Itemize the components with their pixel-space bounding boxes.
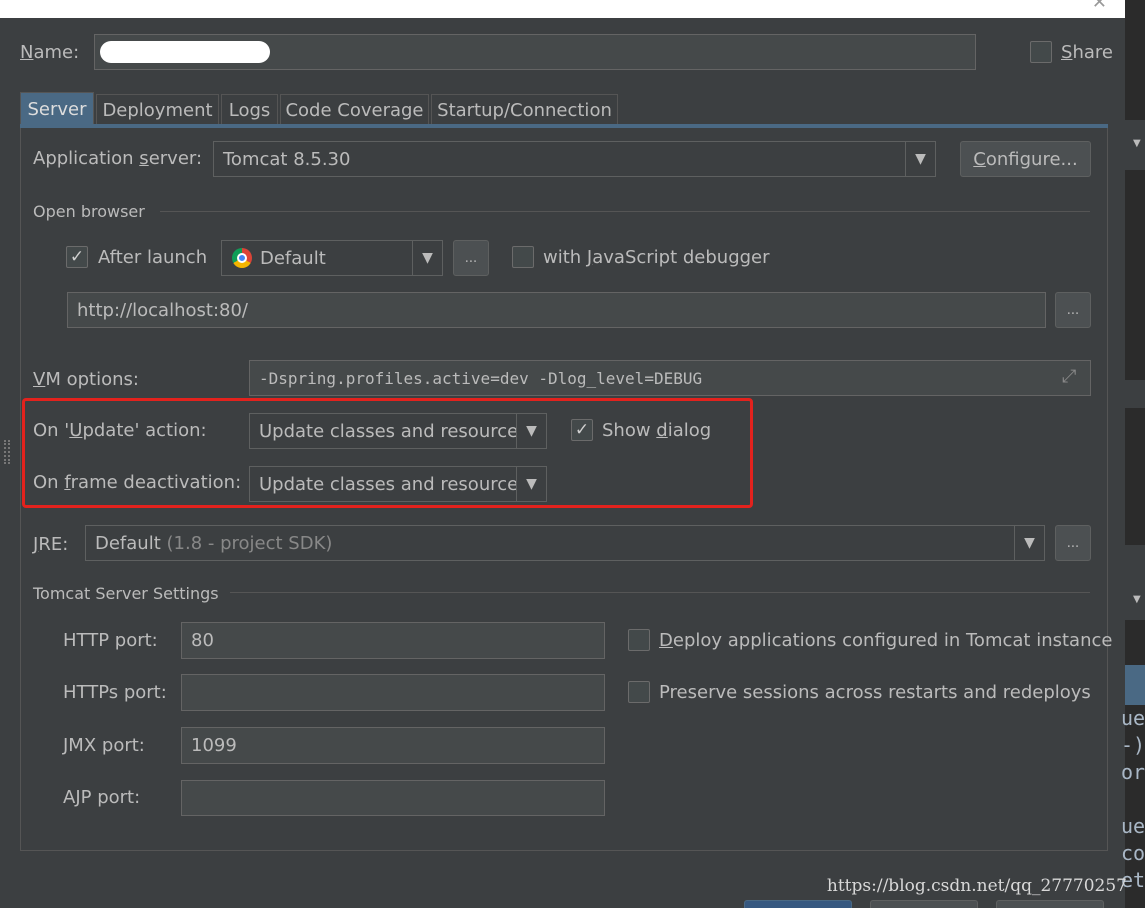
browse-browser-button[interactable]: ... [453,240,489,276]
jmx-port-input[interactable]: 1099 [181,727,605,764]
title-bar: ✕ [0,0,1125,18]
bg-code-line: ue [1121,706,1145,730]
after-launch-checkbox[interactable]: ✓ [66,246,88,268]
divider [160,211,1090,212]
chevron-down-icon: ▼ [1133,138,1141,149]
deploy-apps-checkbox[interactable] [628,629,650,651]
url-browse-button[interactable]: ... [1055,292,1091,328]
apply-button[interactable] [996,900,1104,908]
resize-grip[interactable] [4,440,10,464]
app-server-value: Tomcat 8.5.30 [223,148,351,170]
bg-panel-strip [1125,545,1145,580]
vm-options-label: VM options: [33,369,139,390]
http-port-label: HTTP port: [63,630,158,651]
vm-options-input[interactable]: -Dspring.profiles.active=dev -Dlog_level… [249,360,1091,396]
preserve-sessions-checkbox[interactable] [628,681,650,703]
tomcat-settings-title: Tomcat Server Settings [33,584,219,603]
js-debugger-checkbox[interactable] [512,246,534,268]
chevron-down-icon[interactable]: ▼ [905,142,935,176]
jmx-port-label: JMX port: [63,735,145,756]
http-port-input[interactable]: 80 [181,622,605,659]
url-input[interactable]: http://localhost:80/ [67,292,1046,328]
share-checkbox[interactable] [1030,41,1052,63]
active-tab-indicator [20,124,1108,128]
cancel-button[interactable] [870,900,978,908]
bg-panel-strip: ▼ [1125,580,1145,620]
share-label: Share [1061,42,1113,63]
bg-code-line: or [1121,760,1145,784]
tab-code-coverage[interactable]: Code Coverage [280,94,429,126]
jre-text: Default (1.8 - project SDK) [86,533,1014,554]
redaction-mark [100,41,270,63]
chevron-down-icon[interactable]: ▼ [1014,526,1044,560]
tab-logs[interactable]: Logs [221,94,278,126]
jre-browse-button[interactable]: ... [1055,525,1091,561]
app-server-label: Application server: [33,148,203,169]
bg-code-line: co [1121,841,1145,865]
browser-select[interactable]: Default ▼ [221,240,443,276]
divider [230,592,1090,593]
vm-options-value: -Dspring.profiles.active=dev -Dlog_level… [259,368,703,388]
chevron-down-icon: ▼ [1133,594,1141,605]
watermark: https://blog.csdn.net/qq_27770257 [826,876,1127,896]
close-icon[interactable]: ✕ [1092,0,1107,13]
chevron-down-icon[interactable]: ▼ [412,241,442,275]
chrome-icon [232,248,252,268]
jre-hint: (1.8 - project SDK) [166,532,333,554]
configure-button[interactable]: Configure... [960,141,1091,177]
app-server-select[interactable]: Tomcat 8.5.30 ▼ [213,141,936,177]
background-editor: ▼ ▼ ue -) or ue co et [1121,0,1145,908]
ajp-port-label: AJP port: [63,787,141,808]
expand-icon[interactable]: ⤢ [1062,366,1076,387]
js-debugger-label: with JavaScript debugger [543,247,770,268]
ok-button[interactable] [744,900,852,908]
bg-code-line: ue [1121,814,1145,838]
bg-selection [1125,665,1145,705]
https-port-label: HTTPs port: [63,682,167,703]
ajp-port-input[interactable] [181,780,605,816]
browser-value: Default [260,247,326,269]
tab-deployment[interactable]: Deployment [96,94,219,126]
preserve-sessions-label: Preserve sessions across restarts and re… [659,682,1091,703]
bg-code-line: -) [1121,733,1145,757]
tab-server[interactable]: Server [20,92,94,126]
highlight-box [22,398,753,508]
tab-startup-connection[interactable]: Startup/Connection [431,94,618,126]
name-label: Name: [20,42,80,63]
jre-value: Default [95,532,161,554]
open-browser-title: Open browser [33,202,145,221]
deploy-apps-label: Deploy applications configured in Tomcat… [659,630,1113,651]
jre-select[interactable]: Default (1.8 - project SDK) ▼ [85,525,1045,561]
jre-label: JRE: [33,534,69,555]
after-launch-label: After launch [98,247,208,268]
bg-panel-strip: ▼ [1125,120,1145,170]
bg-panel-strip [1125,380,1145,408]
https-port-input[interactable] [181,674,605,711]
